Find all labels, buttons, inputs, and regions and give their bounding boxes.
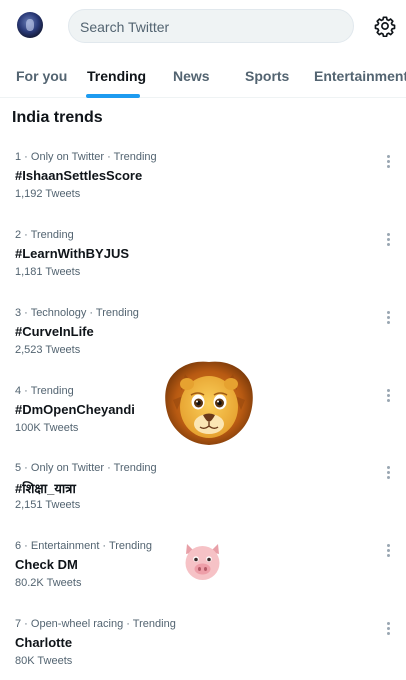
trend-meta: 2 · Trending — [15, 229, 74, 241]
more-options-icon[interactable] — [382, 464, 394, 480]
trend-count: 2,151 Tweets — [15, 499, 81, 511]
more-options-icon[interactable] — [382, 153, 394, 169]
trend-name: Check DM — [15, 557, 78, 572]
trend-item[interactable]: 1 · Only on Twitter · Trending #IshaanSe… — [0, 151, 406, 229]
tab-trending[interactable]: Trending — [87, 68, 146, 84]
trend-meta: 4 · Trending — [15, 385, 74, 397]
trend-name: #LearnWithBYJUS — [15, 246, 130, 261]
trend-count: 2,523 Tweets — [15, 344, 81, 356]
tab-for-you[interactable]: For you — [16, 68, 67, 84]
trend-count: 1,181 Tweets — [15, 266, 81, 278]
trend-item[interactable]: 7 · Open-wheel racing · Trending Charlot… — [0, 618, 406, 680]
trend-name: Charlotte — [15, 635, 73, 650]
pig-face-sticker — [185, 544, 220, 580]
tab-news[interactable]: News — [173, 68, 210, 84]
trend-meta: 6 · Entertainment · Trending — [15, 540, 152, 552]
avatar[interactable] — [17, 12, 43, 38]
more-options-icon[interactable] — [382, 387, 394, 403]
more-options-icon[interactable] — [382, 309, 394, 325]
trend-count: 100K Tweets — [15, 422, 79, 434]
section-title: India trends — [12, 109, 103, 126]
trend-meta: 7 · Open-wheel racing · Trending — [15, 618, 176, 630]
more-options-icon[interactable] — [382, 620, 394, 636]
tab-bar: For you Trending News Sports Entertainme… — [0, 52, 406, 98]
top-bar: Search Twitter — [0, 0, 406, 52]
tab-sports[interactable]: Sports — [245, 68, 289, 84]
trend-meta: 5 · Only on Twitter · Trending — [15, 462, 157, 474]
search-placeholder: Search Twitter — [80, 19, 170, 35]
trend-item[interactable]: 5 · Only on Twitter · Trending #शिक्षा_य… — [0, 462, 406, 540]
trend-meta: 3 · Technology · Trending — [15, 307, 139, 319]
trend-meta: 1 · Only on Twitter · Trending — [15, 151, 157, 163]
trend-item[interactable]: 2 · Trending #LearnWithBYJUS 1,181 Tweet… — [0, 229, 406, 307]
active-tab-indicator — [86, 94, 140, 98]
trend-count: 1,192 Tweets — [15, 188, 81, 200]
more-options-icon[interactable] — [382, 231, 394, 247]
trend-count: 80.2K Tweets — [15, 577, 82, 589]
tab-entertainment[interactable]: Entertainment — [314, 68, 406, 84]
trend-count: 80K Tweets — [15, 655, 73, 667]
trend-name: #CurveInLife — [15, 324, 94, 339]
trend-name: #शिक्षा_यात्रा — [15, 481, 76, 496]
search-input[interactable]: Search Twitter — [68, 9, 354, 43]
trend-name: #DmOpenCheyandi — [15, 402, 135, 417]
more-options-icon[interactable] — [382, 542, 394, 558]
lion-face-sticker — [165, 361, 253, 445]
trend-name: #IshaanSettlesScore — [15, 168, 143, 183]
gear-icon[interactable] — [374, 15, 396, 37]
